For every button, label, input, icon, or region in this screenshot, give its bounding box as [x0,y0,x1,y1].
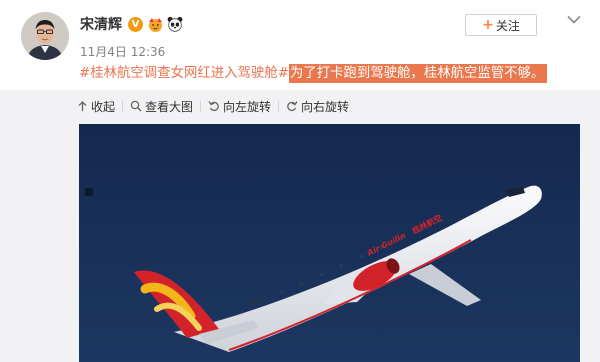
media-toolbar: 收起 查看大图 向左旋转 向右旋转 [77,98,349,114]
toolbar-divider [122,100,124,112]
hashtag-link[interactable]: #桂林航空调查女网红进入驾驶舱# [79,66,289,81]
avatar-portrait-icon [21,12,69,60]
author-row: 宋清辉 V [80,14,183,34]
rotate-right-button[interactable]: 向右旋转 [286,98,349,115]
fan-badge-icon[interactable] [147,17,164,32]
follow-label: 关注 [495,18,520,33]
zoom-icon [130,100,142,112]
rotate-right-icon [287,101,298,112]
post-text: #桂林航空调查女网红进入驾驶舱#为了打卡跑到驾驶舱，桂林航空监管不够。 [79,64,548,84]
highlighted-text: 为了打卡跑到驾驶舱，桂林航空监管不够。 [288,64,548,83]
chevron-down-icon[interactable] [566,12,582,26]
collapse-label: 收起 [91,99,116,114]
toolbar-divider [200,100,202,112]
follow-button[interactable]: + 关注 [465,14,537,36]
author-name[interactable]: 宋清辉 [80,14,122,34]
rotate-left-icon [208,101,219,112]
collapse-icon [78,100,87,111]
airplane-photo[interactable]: Air Guilin 桂林航空 B-6537 [79,124,580,362]
airplane-illustration: Air Guilin 桂林航空 B-6537 [79,124,580,362]
rotate-left-button[interactable]: 向左旋转 [208,98,271,115]
collapse-button[interactable]: 收起 [77,98,115,115]
toolbar-divider [278,100,280,112]
view-full-image-label: 查看大图 [145,99,194,114]
post-timestamp[interactable]: 11月4日 12:36 [80,43,165,60]
panda-emoji-icon [167,16,183,32]
avatar[interactable] [21,12,69,60]
rotate-left-label: 向左旋转 [223,99,272,114]
rotate-right-label: 向右旋转 [301,99,350,114]
view-full-image-button[interactable]: 查看大图 [130,98,193,115]
plus-icon: + [482,17,494,33]
weibo-post: 宋清辉 V 11月4日 12:36 + 关注 #桂林航空调查女网红进入驾驶舱#为… [0,0,600,90]
verified-v-icon[interactable]: V [128,16,143,32]
